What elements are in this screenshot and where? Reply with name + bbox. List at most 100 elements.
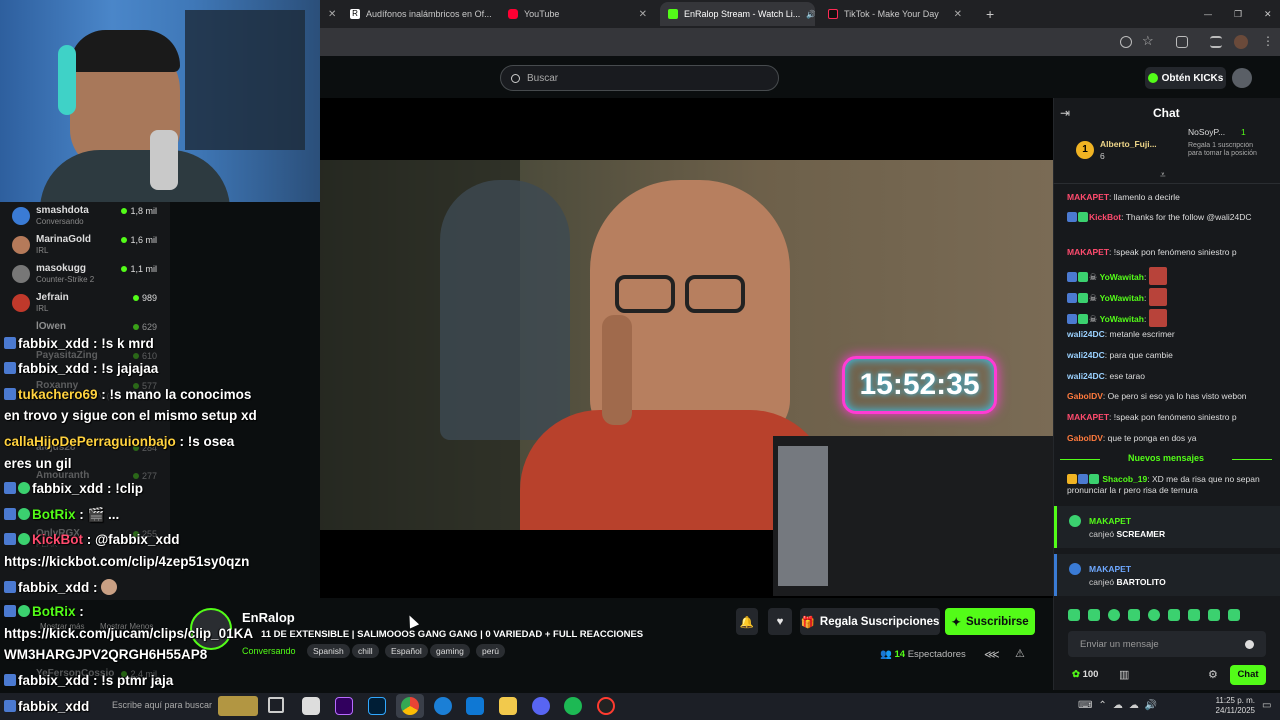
- system-tray-icons[interactable]: ⌨⌃☁☁🔊: [1078, 700, 1163, 711]
- widget-icon[interactable]: [218, 696, 258, 716]
- channel-points[interactable]: ✿ 100: [1072, 669, 1098, 680]
- user-avatar[interactable]: [1232, 68, 1252, 88]
- more-menu-icon[interactable]: ⋮: [1262, 34, 1274, 48]
- discord-icon[interactable]: [532, 697, 550, 715]
- redeem-username[interactable]: MAKAPET: [1089, 564, 1131, 574]
- tag-chip[interactable]: Español: [385, 644, 428, 658]
- emote-icon[interactable]: [1188, 609, 1200, 621]
- store-icon[interactable]: [302, 697, 320, 715]
- tab-kick-stream[interactable]: EnRalop Stream - Watch Li... 🔊 ✕: [660, 2, 815, 26]
- close-icon[interactable]: ✕: [328, 9, 336, 20]
- emote-icon[interactable]: [1148, 609, 1160, 621]
- tag-chip[interactable]: chill: [352, 644, 379, 658]
- media-icon[interactable]: [1210, 36, 1222, 48]
- profile-avatar[interactable]: [1234, 35, 1248, 49]
- notifications-icon[interactable]: ▭: [1262, 700, 1271, 711]
- follow-heart-button[interactable]: ♥: [768, 608, 792, 635]
- tag-chip[interactable]: Spanish: [307, 644, 350, 658]
- expand-leaderboard-icon[interactable]: ⩡: [1160, 170, 1166, 181]
- search-input[interactable]: Buscar: [500, 65, 779, 91]
- new-tab-button[interactable]: +: [978, 2, 998, 26]
- chat-username[interactable]: wali24DC: [1067, 371, 1105, 381]
- bookmark-star-icon[interactable]: ☆: [1142, 33, 1154, 49]
- mail-icon[interactable]: [466, 697, 484, 715]
- chat-username[interactable]: KickBot: [1089, 212, 1121, 222]
- emote-icon[interactable]: [1108, 609, 1120, 621]
- sidebar-channel[interactable]: masokugg Counter-Strike 2 1,1 mil: [8, 263, 163, 291]
- tab-tiktok[interactable]: TikTok - Make Your Day ✕: [820, 2, 970, 26]
- channel-name: Jefrain: [36, 292, 69, 303]
- tag-chip[interactable]: perú: [476, 644, 506, 658]
- emote-icon[interactable]: [1228, 609, 1240, 621]
- close-icon[interactable]: ✕: [639, 9, 647, 20]
- edge-icon[interactable]: [434, 697, 452, 715]
- background-person-image: [440, 180, 570, 440]
- chat-username[interactable]: GabolDV: [1067, 391, 1103, 401]
- share-icon[interactable]: ⋘: [984, 648, 1000, 661]
- obs-icon[interactable]: [597, 697, 615, 715]
- sidebar-channel[interactable]: smashdota Conversando 1,8 mil: [8, 205, 163, 233]
- chat-username[interactable]: GabolDV: [1067, 433, 1103, 443]
- channel-name: smashdota: [36, 205, 89, 216]
- stream-category-link[interactable]: Conversando: [242, 646, 296, 656]
- get-kicks-button[interactable]: Obtén KICKs: [1145, 67, 1226, 89]
- chat-settings-icon[interactable]: ⚙: [1208, 668, 1218, 681]
- send-chat-button[interactable]: Chat: [1230, 665, 1266, 685]
- chrome-icon[interactable]: [401, 697, 419, 715]
- chat-username[interactable]: MAKAPET: [1067, 247, 1109, 257]
- minimize-button[interactable]: —: [1196, 2, 1212, 26]
- overlay-message: : !s osea: [175, 434, 235, 449]
- chat-message: GabolDV: Oe pero si eso ya lo has visto …: [1067, 391, 1272, 402]
- chat-username[interactable]: YoWawitah: [1100, 272, 1144, 282]
- spotify-icon[interactable]: [564, 697, 582, 715]
- emoji-picker-icon[interactable]: [1245, 639, 1254, 649]
- tab-close-previous[interactable]: ✕: [320, 2, 336, 26]
- file-explorer-icon[interactable]: [499, 697, 517, 715]
- subscribe-button[interactable]: ✦ Suscribirse: [945, 608, 1035, 635]
- extensions-icon[interactable]: [1176, 36, 1188, 48]
- tab-audifonos[interactable]: R Audífonos inalámbricos en Of... ✕: [342, 2, 497, 26]
- tab-youtube[interactable]: YouTube ✕: [500, 2, 655, 26]
- chat-username[interactable]: MAKAPET: [1067, 412, 1109, 422]
- chat-username[interactable]: MAKAPET: [1067, 192, 1109, 202]
- second-gifter-name: NoSoyP...: [1188, 127, 1226, 137]
- close-icon[interactable]: ✕: [954, 9, 962, 20]
- task-view-icon[interactable]: [268, 697, 284, 713]
- chat-username[interactable]: YoWawitah: [1100, 293, 1144, 303]
- tag-chip[interactable]: gaming: [430, 644, 470, 658]
- sidebar-channel[interactable]: MarinaGold IRL 1,6 mil: [8, 234, 163, 262]
- emote-icon[interactable]: [1088, 609, 1100, 621]
- photoshop-icon[interactable]: [368, 697, 386, 715]
- chat-message: wali24DC: para que cambie: [1067, 350, 1272, 361]
- sidebar-channel[interactable]: Jefrain IRL 989: [8, 292, 163, 320]
- video-player[interactable]: 15:52:35: [320, 98, 1053, 598]
- chat-username[interactable]: YoWawitah: [1100, 314, 1144, 324]
- report-icon[interactable]: ⚠: [1015, 647, 1025, 660]
- eye-off-icon[interactable]: [1120, 36, 1132, 48]
- emote-icon[interactable]: [1168, 609, 1180, 621]
- taskbar-search[interactable]: Escribe aquí para buscar: [112, 700, 212, 710]
- chat-message-input[interactable]: Enviar un mensaje: [1068, 631, 1266, 657]
- chat-tools-icon[interactable]: ▥: [1119, 668, 1129, 681]
- bot-badge-icon: [18, 533, 30, 545]
- chat-username[interactable]: Shacob_19: [1102, 474, 1147, 484]
- inset-camera-image: [773, 436, 1053, 596]
- chat-username[interactable]: wali24DC: [1067, 329, 1105, 339]
- emote-icon[interactable]: [1208, 609, 1220, 621]
- speaker-icon[interactable]: 🔊: [806, 10, 815, 19]
- redeem-card: MAKAPET canjeó SCREAMER: [1054, 506, 1280, 548]
- chat-username[interactable]: wali24DC: [1067, 350, 1105, 360]
- emote-icon[interactable]: [1128, 609, 1140, 621]
- collapse-chat-icon[interactable]: ⇥: [1060, 106, 1070, 120]
- emote-icon[interactable]: [1068, 609, 1080, 621]
- chat-text: :: [1143, 314, 1147, 324]
- premiere-icon[interactable]: [335, 697, 353, 715]
- clock[interactable]: 11:25 p. m. 24/11/2025: [1195, 696, 1255, 716]
- gift-subs-button[interactable]: 🎁 Regala Suscripciones: [800, 608, 940, 635]
- maximize-button[interactable]: ❐: [1226, 2, 1242, 26]
- gift-note: Regala 1 suscripción para tomar la posic…: [1188, 142, 1257, 157]
- close-window-button[interactable]: ✕: [1256, 2, 1272, 26]
- channel-name[interactable]: EnRalop: [242, 610, 295, 625]
- notification-bell-button[interactable]: 🔔: [736, 608, 758, 635]
- redeem-username[interactable]: MAKAPET: [1089, 516, 1131, 526]
